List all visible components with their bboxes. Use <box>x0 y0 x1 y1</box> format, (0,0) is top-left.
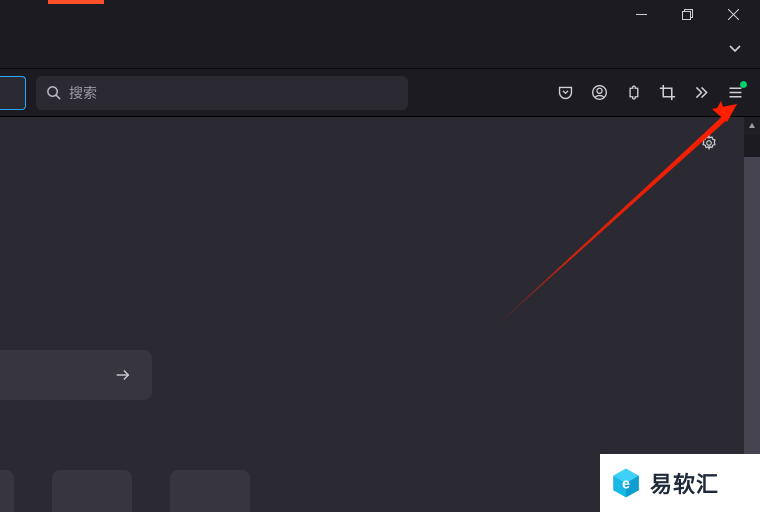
new-tab-page <box>0 117 744 512</box>
content-area <box>0 116 760 512</box>
screenshot-button[interactable] <box>650 76 684 110</box>
nav-button-fragment[interactable] <box>0 76 26 110</box>
list-tabs-button[interactable] <box>720 33 750 63</box>
search-placeholder: 搜索 <box>69 83 97 103</box>
pocket-button[interactable] <box>548 76 582 110</box>
search-icon <box>46 85 61 100</box>
watermark-logo-icon: e <box>610 467 642 499</box>
maximize-icon <box>682 9 693 20</box>
gear-icon <box>700 134 718 152</box>
chevron-down-icon <box>728 41 742 55</box>
window-maximize-button[interactable] <box>664 0 710 28</box>
account-button[interactable] <box>582 76 616 110</box>
shortcut-tile[interactable] <box>170 470 250 512</box>
shortcut-tiles <box>0 470 250 512</box>
watermark-text: 易软汇 <box>650 467 719 499</box>
tab-strip <box>0 28 760 68</box>
page-settings-button[interactable] <box>694 128 724 158</box>
close-icon <box>728 9 739 20</box>
crop-icon <box>659 84 676 101</box>
puzzle-icon <box>625 84 642 101</box>
window-titlebar <box>0 0 760 28</box>
overflow-button[interactable] <box>684 76 718 110</box>
app-menu-button[interactable] <box>718 76 752 110</box>
pocket-icon <box>557 84 574 101</box>
extensions-button[interactable] <box>616 76 650 110</box>
window-minimize-button[interactable] <box>618 0 664 28</box>
arrow-right-icon <box>114 366 132 384</box>
navigation-toolbar: 搜索 <box>0 68 760 116</box>
caret-up-icon <box>748 122 756 130</box>
account-icon <box>591 84 608 101</box>
svg-text:e: e <box>622 477 630 493</box>
shortcut-tile[interactable] <box>0 470 14 512</box>
window-close-button[interactable] <box>710 0 756 28</box>
double-chevron-right-icon <box>693 84 710 101</box>
notification-dot-icon <box>740 81 747 88</box>
search-box[interactable]: 搜索 <box>36 76 408 110</box>
shortcut-tile[interactable] <box>52 470 132 512</box>
scrollbar-up-button[interactable] <box>744 117 760 135</box>
search-go-button[interactable] <box>0 350 152 400</box>
watermark: e 易软汇 <box>600 454 760 512</box>
minimize-icon <box>636 9 647 20</box>
app-logo-fragment <box>48 0 104 4</box>
